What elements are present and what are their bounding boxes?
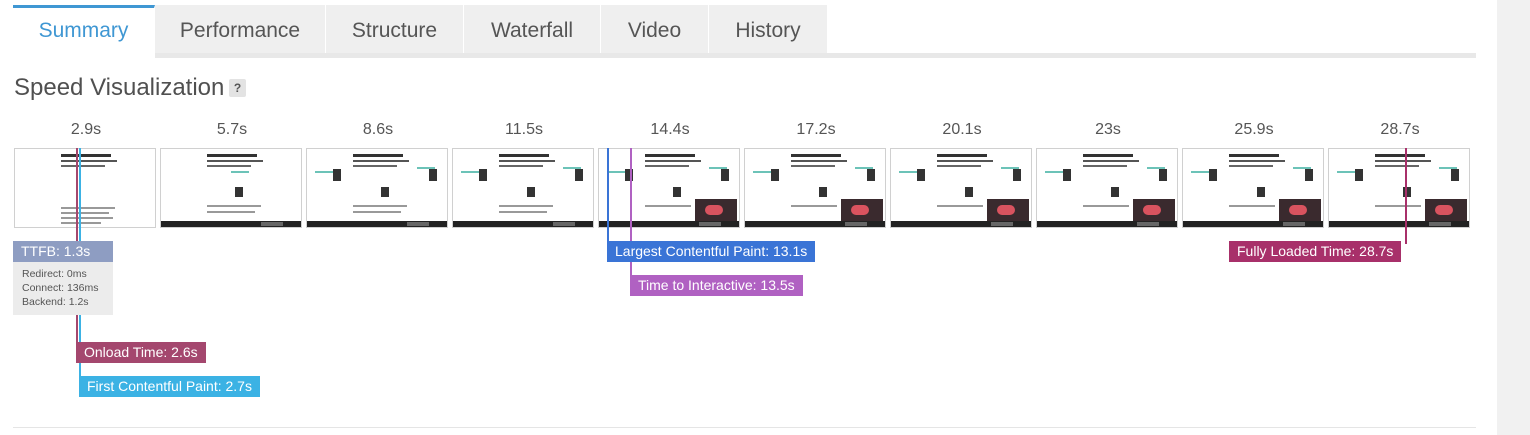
filmstrip-frame[interactable] xyxy=(306,148,448,228)
frame-time-label: 20.1s xyxy=(942,121,982,138)
scrollbar[interactable] xyxy=(1497,0,1530,435)
filmstrip-frame[interactable] xyxy=(1036,148,1178,228)
tab-waterfall[interactable]: Waterfall xyxy=(464,5,601,55)
frame-time-label: 8.6s xyxy=(362,121,394,138)
frame-time-label: 11.5s xyxy=(505,121,543,138)
fcp-label: First Contentful Paint: 2.7s xyxy=(79,376,260,397)
tab-video[interactable]: Video xyxy=(601,5,709,55)
lcp-label: Largest Contentful Paint: 13.1s xyxy=(607,241,816,262)
tab-performance[interactable]: Performance xyxy=(155,5,326,55)
frame-time-label: 14.4s xyxy=(650,121,690,138)
ttfb-backend: Backend: 1.2s xyxy=(22,296,89,308)
filmstrip-frame[interactable] xyxy=(890,148,1032,228)
filmstrip-frame[interactable] xyxy=(1328,148,1470,228)
filmstrip-frame[interactable] xyxy=(1182,148,1324,228)
ttfb-details: Redirect: 0ms Connect: 136ms Backend: 1.… xyxy=(13,262,113,315)
tti-label: Time to Interactive: 13.5s xyxy=(630,275,803,296)
frame-time-label: 2.9s xyxy=(70,121,102,138)
tab-underline xyxy=(13,53,1476,58)
fully-loaded-label: Fully Loaded Time: 28.7s xyxy=(1229,241,1402,262)
filmstrip-frame[interactable] xyxy=(452,148,594,228)
section-title: Speed Visualization xyxy=(14,74,225,101)
tab-history[interactable]: History xyxy=(709,5,828,55)
frame-time-label: 17.2s xyxy=(796,121,836,138)
help-icon[interactable]: ? xyxy=(229,79,246,97)
filmstrip-frame[interactable] xyxy=(160,148,302,228)
ttfb-redirect: Redirect: 0ms xyxy=(22,268,87,280)
frame-time-label: 5.7s xyxy=(216,121,248,138)
ttfb-label: TTFB: 1.3s xyxy=(13,241,113,262)
tab-structure[interactable]: Structure xyxy=(326,5,464,55)
tab-bar: Summary Performance Structure Waterfall … xyxy=(13,5,828,55)
frame-time-label: 23s xyxy=(1095,121,1121,138)
tab-summary[interactable]: Summary xyxy=(13,5,155,55)
frame-time-label: 25.9s xyxy=(1234,121,1274,138)
lcp-line xyxy=(607,148,609,244)
onload-label: Onload Time: 2.6s xyxy=(76,342,206,363)
tab-underline-active xyxy=(13,53,155,58)
filmstrip-frame[interactable] xyxy=(744,148,886,228)
fully-loaded-line xyxy=(1405,148,1407,244)
section-divider xyxy=(13,427,1476,428)
filmstrip-frame[interactable] xyxy=(598,148,740,228)
ttfb-connect: Connect: 136ms xyxy=(22,282,99,294)
filmstrip-frame[interactable] xyxy=(14,148,156,228)
frame-time-label: 28.7s xyxy=(1380,121,1420,138)
